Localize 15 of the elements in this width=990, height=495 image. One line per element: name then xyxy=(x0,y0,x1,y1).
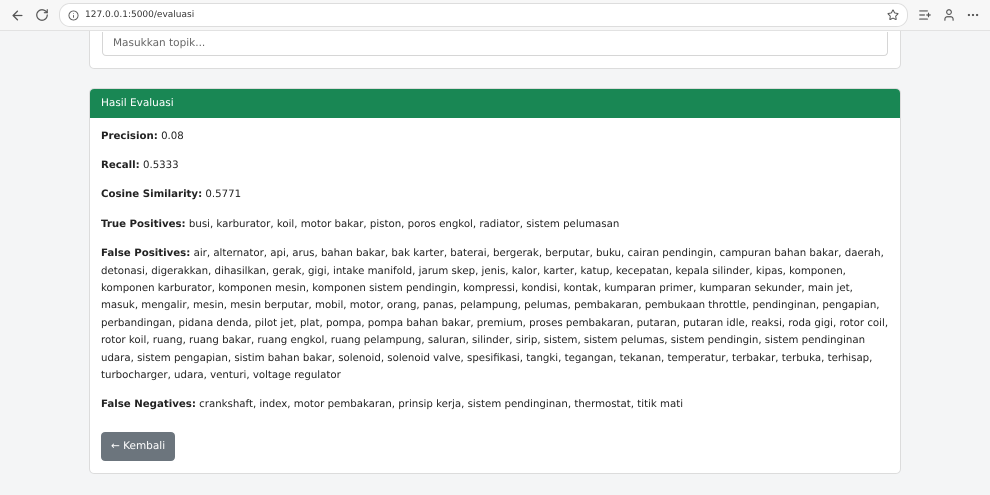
profile-icon[interactable] xyxy=(942,8,956,22)
back-icon[interactable] xyxy=(10,8,25,22)
metric-text: True Positives: busi, karburator, koil, motor bakar, piston, poros engkol, radiator, sistem pelumasan xyxy=(101,218,620,232)
metric-text: Precision: 0.08 xyxy=(101,130,185,144)
info-icon[interactable] xyxy=(68,10,79,20)
back-button[interactable]: ← Kembali xyxy=(101,432,176,461)
address-bar[interactable]: 127.0.0.1:5000/evaluasi xyxy=(59,3,908,27)
metric-text: Cosine Similarity: 0.5771 xyxy=(101,188,242,202)
star-icon[interactable] xyxy=(887,9,899,21)
metric-text: False Positives: air, alternator, api, arus, bahan bakar, bak karter, baterai, bergerak, berputar, buku, cairan pendingin, campuran bahan bakar, daerah, detonasi, digerakkan, dihasilkan, gerak, gigi, intake manifold, jarum skep, jenis, kalor, karter, katup, kecepatan, kepala silinder, kipas, komponen, komponen karburator, komponen mesin, komponen sistem pendingin, kompressi, kondisi, kontak, kumparan primer, kumparan sekunder, main jet, masuk, mengalir, mesin, mesin berputar, mobil, motor, orang, panas, pelampung, pelumas, pembakaran, pembukaan throttle, pendinginan, pengapian, perbandingan, pidana denda, pilot jet, plat, pompa, pompa bahan bakar, premium, proses pembakaran, putaran, putaran idle, reaksi, roda gigi, rotor coil, rotor koil, ruang, ruang bakar, ruang engkol, ruang pelampung, saluran, silinder, sirip, sistem, sistem pelumas, sistem pendingin, sistem pendinginan udara, sistem pengapian, sistim bahan bakar, solenoid, solenoid valve, spesifikasi, tangki, tegangan, tekanan, temperatur, terbakar, terbuka, terhisap, turbocharger, udara, venturi, voltage regulator xyxy=(101,247,889,383)
card-header: Hasil Evaluasi xyxy=(90,88,900,118)
metric-text: Recall: 0.5333 xyxy=(101,158,180,173)
metric-text: False Negatives: crankshaft, index, motor pembakaran, prinsip kerja, sistem pendinginan, thermostat, titik mati xyxy=(101,398,684,412)
reload-icon[interactable] xyxy=(35,8,49,22)
topic-input[interactable]: Masukkan topik... xyxy=(102,32,888,56)
